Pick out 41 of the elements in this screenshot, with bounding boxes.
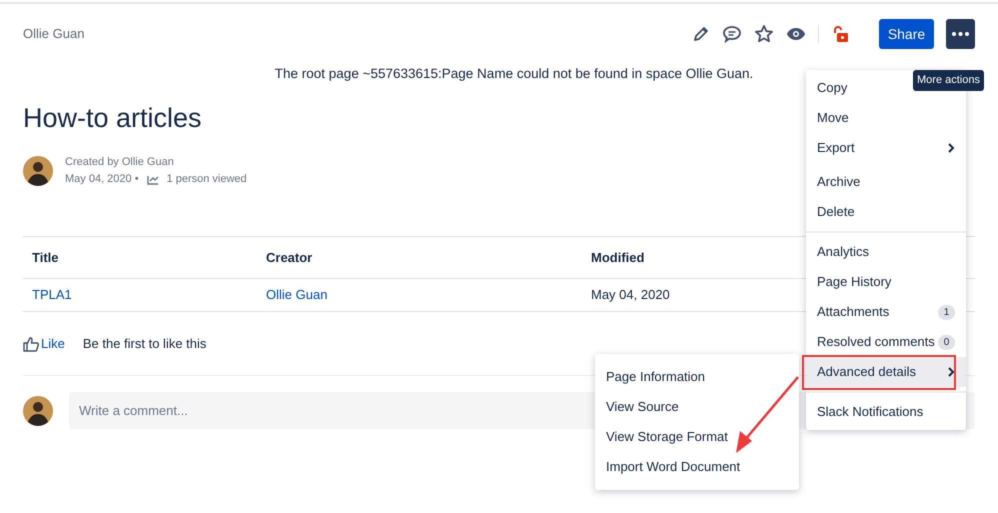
thumbs-up-icon — [23, 336, 39, 352]
error-message: The root page ~557633615:Page Name could not be found in space Ollie Guan. — [274, 65, 754, 83]
table-link[interactable]: TPLA1 — [32, 287, 72, 302]
column-header: Modified — [591, 250, 644, 265]
menu-item[interactable]: Slack Notifications — [806, 397, 966, 427]
tooltip: More actions — [913, 70, 984, 90]
comment-icon[interactable] — [722, 25, 742, 43]
menu-item[interactable]: Import Word Document — [595, 452, 799, 482]
column-header: Title — [32, 250, 58, 265]
like-button[interactable]: Like — [23, 334, 65, 354]
menu-item[interactable]: Page History — [806, 267, 966, 297]
menu-item[interactable]: Archive — [806, 167, 966, 197]
page-title: How-to articles — [23, 102, 202, 136]
like-status-text: Be the first to like this — [82, 334, 206, 353]
date-text: May 04, 2020 • — [65, 172, 139, 187]
menu-item[interactable]: View Source — [595, 392, 799, 422]
more-actions-button[interactable] — [946, 19, 975, 49]
table-cell: May 04, 2020 — [591, 287, 670, 302]
menu-item[interactable]: Resolved comments 0 — [806, 327, 966, 357]
breadcrumb-link[interactable]: Ollie Guan — [23, 24, 84, 44]
count-badge: 0 — [938, 334, 955, 350]
more-icon — [952, 32, 969, 36]
menu-item[interactable]: Export — [806, 133, 966, 163]
edit-icon[interactable] — [692, 25, 710, 43]
views-text: 1 person viewed — [166, 172, 247, 187]
eye-icon[interactable] — [786, 27, 806, 41]
count-badge: 1 — [938, 304, 955, 320]
table-link[interactable]: Ollie Guan — [266, 287, 328, 302]
menu-item[interactable]: Analytics — [806, 237, 966, 267]
share-button[interactable]: Share — [879, 19, 934, 49]
menu-item[interactable]: Page Information — [595, 362, 799, 392]
menu-item[interactable]: Move — [806, 103, 966, 133]
author-text: Created by Ollie Guan — [65, 155, 175, 170]
unlocked-padlock-icon[interactable] — [831, 25, 849, 43]
column-header: Creator — [266, 250, 312, 265]
avatar — [23, 396, 53, 426]
menu-item[interactable]: Attachments 1 — [806, 297, 966, 327]
star-icon[interactable] — [754, 24, 774, 44]
menu-item[interactable]: Delete — [806, 197, 966, 227]
avatar — [23, 156, 53, 186]
chart-icon — [146, 174, 159, 184]
